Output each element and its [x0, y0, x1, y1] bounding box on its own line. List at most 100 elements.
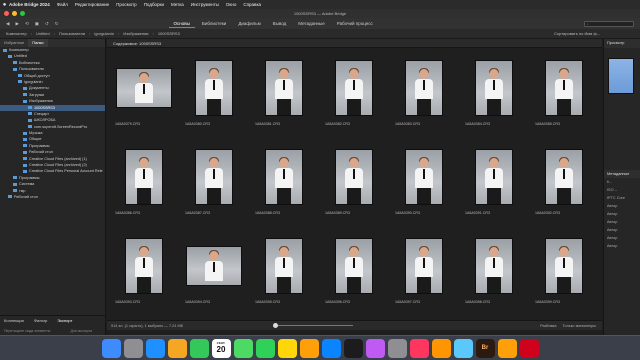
dock-app-finder[interactable]: [101, 338, 121, 358]
zoom-window-button[interactable]: [20, 11, 25, 16]
thumbnail-cell[interactable]: 1A5A0388.CR3: [249, 139, 319, 228]
thumbnail-cell[interactable]: 1A5A0384.CR3: [459, 50, 529, 139]
photo-thumbnail[interactable]: [475, 60, 513, 116]
thumbnail-cell[interactable]: 1A5A0379.CR3: [109, 50, 179, 139]
dock-app-app-store[interactable]: [321, 338, 341, 358]
menu-help[interactable]: Справка: [243, 2, 261, 7]
photo-thumbnail[interactable]: [116, 68, 172, 108]
workspace-tab[interactable]: Метаданные: [293, 20, 330, 28]
close-window-button[interactable]: [4, 11, 9, 16]
photo-thumbnail[interactable]: [545, 60, 583, 116]
thumbnail-cell[interactable]: 1A5A0399.CR3: [529, 228, 599, 317]
tree-item[interactable]: Рабочий стол: [0, 194, 105, 200]
dock-app-reminders[interactable]: [299, 338, 319, 358]
breadcrumb-computer[interactable]: Компьютер: [6, 31, 27, 36]
menu-view[interactable]: Просмотр: [116, 2, 137, 7]
menu-tools[interactable]: Инструменты: [191, 2, 219, 7]
rotate-left-icon[interactable]: ↺: [45, 21, 49, 27]
breadcrumb-users[interactable]: Пользователи: [59, 31, 85, 36]
photo-thumbnail[interactable]: [545, 238, 583, 294]
camera-icon[interactable]: ▣: [35, 21, 39, 27]
apple-icon[interactable]: ●: [0, 2, 9, 8]
dock-app-podcasts[interactable]: [365, 338, 385, 358]
breadcrumb-folder[interactable]: 1000SSRS3: [158, 31, 180, 36]
search-input[interactable]: ⌕: [584, 20, 634, 27]
tab-export[interactable]: Экспорт: [57, 318, 72, 323]
thumbnail-cell[interactable]: 1A5A0380.CR3: [179, 50, 249, 139]
thumbnail-cell[interactable]: 1A5A0385.CR3: [529, 50, 599, 139]
dock-app-infuse[interactable]: [497, 338, 517, 358]
thumbnail-cell[interactable]: 1A5A0394.CR3: [179, 228, 249, 317]
thumbnail-cell[interactable]: 1A5A0398.CR3: [459, 228, 529, 317]
thumbnail-cell[interactable]: 1A5A0393.CR3: [109, 228, 179, 317]
dock-app-bridge[interactable]: Br: [475, 338, 495, 358]
photo-thumbnail[interactable]: [545, 149, 583, 205]
forward-icon[interactable]: ▶: [15, 21, 18, 27]
dock-app-books[interactable]: [431, 338, 451, 358]
minimize-window-button[interactable]: [12, 11, 17, 16]
photo-thumbnail[interactable]: [195, 60, 233, 116]
slider-knob[interactable]: [273, 323, 279, 328]
dock-app-music[interactable]: [409, 338, 429, 358]
thumbnail-cell[interactable]: 1A5A0383.CR3: [389, 50, 459, 139]
dock-app-settings[interactable]: [387, 338, 407, 358]
photo-thumbnail[interactable]: [475, 149, 513, 205]
menu-file[interactable]: Файл: [57, 2, 68, 7]
tab-folders[interactable]: Папки: [28, 39, 48, 47]
breadcrumb-user[interactable]: igorgulanin: [94, 31, 114, 36]
photo-thumbnail[interactable]: [125, 149, 163, 205]
thumbnail-cell[interactable]: 1A5A0397.CR3: [389, 228, 459, 317]
tab-collections[interactable]: Коллекции: [4, 318, 24, 323]
dock-app-facetime[interactable]: [255, 338, 275, 358]
tab-favorites[interactable]: Избранное: [0, 39, 28, 47]
thumbnail-size-slider[interactable]: [273, 323, 354, 328]
thumbnail-cell[interactable]: 1A5A0396.CR3: [319, 228, 389, 317]
thumbnail-cell[interactable]: 1A5A0392.CR3: [529, 139, 599, 228]
dock-app-launchpad[interactable]: [123, 338, 143, 358]
menu-edit[interactable]: Редактирование: [75, 2, 109, 7]
photo-thumbnail[interactable]: [335, 238, 373, 294]
photo-thumbnail[interactable]: [265, 149, 303, 205]
dock-app-screen[interactable]: [519, 338, 539, 358]
back-icon[interactable]: ◀: [6, 21, 9, 27]
dock-app-notes[interactable]: [277, 338, 297, 358]
thumbnail-cell[interactable]: 1A5A0381.CR3: [249, 50, 319, 139]
photo-thumbnail[interactable]: [335, 60, 373, 116]
photo-thumbnail[interactable]: [265, 60, 303, 116]
workspace-tab[interactable]: Вывод: [268, 20, 292, 28]
sort-dropdown[interactable]: Сортировать по Имя ф...: [554, 31, 600, 36]
thumbnails-only-toggle[interactable]: Только миниатюры: [562, 324, 596, 328]
tab-metadata[interactable]: Метаданные: [604, 170, 640, 178]
thumbnail-cell[interactable]: 1A5A0382.CR3: [319, 50, 389, 139]
dock-app-photos[interactable]: [167, 338, 187, 358]
menu-label[interactable]: Метка: [171, 2, 184, 7]
dock-app-safari[interactable]: [145, 338, 165, 358]
photo-thumbnail[interactable]: [475, 238, 513, 294]
thumbnail-cell[interactable]: 1A5A0391.CR3: [459, 139, 529, 228]
content-tab[interactable]: Содержимое: 1000SSRS3: [107, 39, 602, 48]
dock-app-apple-tv[interactable]: [343, 338, 363, 358]
thumbnail-cell[interactable]: 1A5A0387.CR3: [179, 139, 249, 228]
breadcrumb-untitled[interactable]: Untitled: [36, 31, 50, 36]
thumbnail-cell[interactable]: 1A5A0395.CR3: [249, 228, 319, 317]
photo-thumbnail[interactable]: [186, 246, 242, 286]
thumbnail-cell[interactable]: 1A5A0386.CR3: [109, 139, 179, 228]
rotate-right-icon[interactable]: ↻: [55, 21, 59, 27]
dock-app-calendar[interactable]: СЕНТ. 20: [211, 338, 231, 358]
dock-app-messages[interactable]: [189, 338, 209, 358]
menu-stacks[interactable]: Подборки: [144, 2, 164, 7]
thumbnail-cell[interactable]: 1A5A0389.CR3: [319, 139, 389, 228]
breakdown-toggle[interactable]: Разбивка: [540, 324, 556, 328]
photo-thumbnail[interactable]: [265, 238, 303, 294]
photo-thumbnail[interactable]: [405, 238, 443, 294]
recent-icon[interactable]: ⟲: [25, 21, 29, 27]
workspace-tab[interactable]: Диафильм: [233, 20, 265, 28]
menu-app-name[interactable]: Adobe Bridge 2024: [9, 2, 50, 7]
dock-app-preview[interactable]: [453, 338, 473, 358]
photo-thumbnail[interactable]: [195, 149, 233, 205]
photo-thumbnail[interactable]: [125, 238, 163, 294]
tab-filter[interactable]: Фильтр: [34, 318, 47, 323]
workspace-tab[interactable]: Библиотеки: [197, 20, 231, 28]
workspace-tab[interactable]: Рабочий процесс: [332, 20, 378, 28]
workspace-tab[interactable]: Основы: [168, 20, 195, 28]
